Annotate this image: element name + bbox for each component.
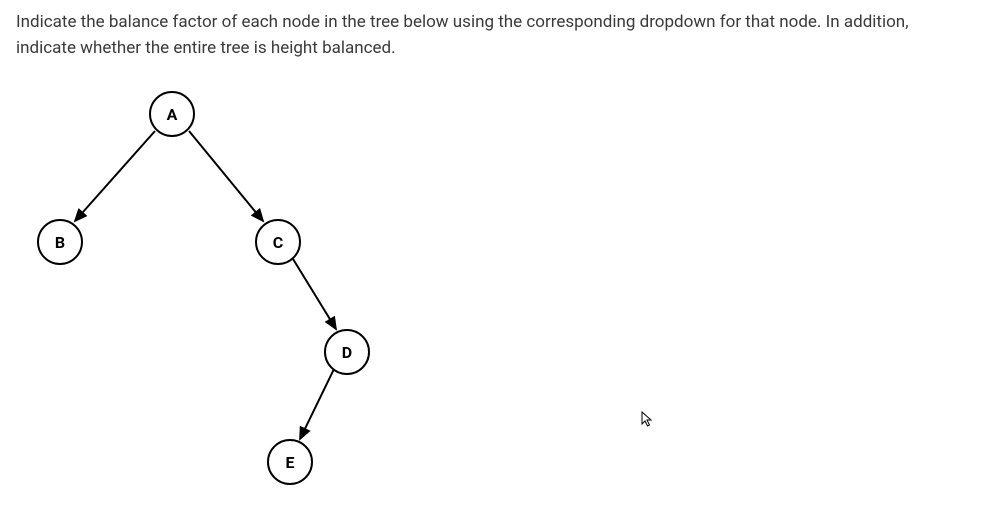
tree-node-b: B bbox=[37, 219, 83, 265]
node-label: E bbox=[286, 453, 295, 472]
tree-edges bbox=[0, 81, 500, 521]
tree-node-a: A bbox=[149, 91, 195, 137]
cursor-icon bbox=[640, 411, 656, 427]
node-label: C bbox=[273, 233, 283, 252]
tree-node-e: E bbox=[267, 439, 313, 485]
question-instructions: Indicate the balance factor of each node… bbox=[0, 0, 987, 61]
tree-node-c: C bbox=[255, 219, 301, 265]
tree-diagram: A B C D E bbox=[0, 81, 987, 521]
node-label: D bbox=[342, 343, 352, 362]
node-label: B bbox=[55, 233, 65, 252]
node-label: A bbox=[167, 105, 178, 124]
tree-node-d: D bbox=[324, 329, 370, 375]
